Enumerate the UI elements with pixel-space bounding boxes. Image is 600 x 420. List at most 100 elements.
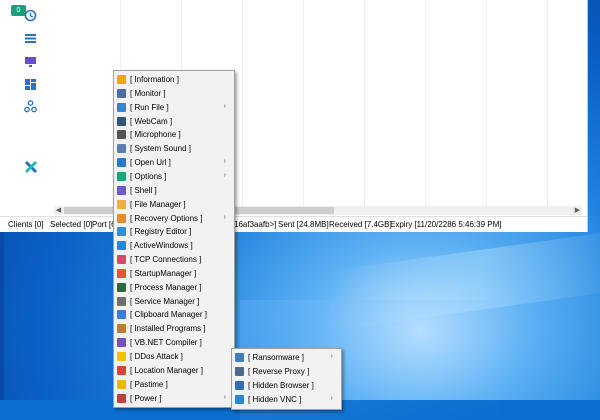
- context-menu-item-label: [ Options ]: [130, 171, 167, 181]
- context-menu: [ Information ][ Monitor ][ Run File ] ›[…: [113, 70, 235, 408]
- options-icon: [117, 171, 126, 181]
- scroll-left-icon[interactable]: ◀: [54, 206, 63, 215]
- context-menu-item[interactable]: [ Registry Editor ]: [114, 225, 234, 239]
- browser-icon: [235, 380, 244, 390]
- context-menu-item-label: [ Process Manager ]: [130, 282, 202, 292]
- context-menu-item-label: [ Run File ]: [130, 102, 169, 112]
- submenu-arrow-icon: ›: [223, 393, 226, 401]
- context-menu-item[interactable]: [ Options ] ›: [114, 170, 234, 184]
- status-received: Received [7.4GB]: [329, 220, 392, 229]
- location-icon: [117, 365, 126, 375]
- status-clients: Clients [0]: [8, 220, 44, 229]
- submenu-arrow-icon: ›: [223, 158, 226, 166]
- context-menu-item-label: [ System Sound ]: [130, 144, 191, 154]
- context-menu-item[interactable]: [ Clipboard Manager ]: [114, 308, 234, 322]
- submenu-arrow-icon: ›: [223, 171, 226, 179]
- context-menu-item-label: [ ActiveWindows ]: [130, 241, 193, 251]
- x-logo-icon[interactable]: [24, 160, 38, 174]
- context-menu-item-label: [ Location Manager ]: [130, 365, 203, 375]
- status-expiry: Expiry [11/20/2286 5:46:39 PM]: [390, 220, 502, 229]
- context-menu-item[interactable]: [ Shell ]: [114, 184, 234, 198]
- run-file-icon: [117, 102, 126, 112]
- context-menu-item-label: [ Monitor ]: [130, 88, 166, 98]
- gears-icon: [117, 296, 126, 306]
- scroll-right-icon[interactable]: ▶: [573, 206, 582, 215]
- folder-icon: [117, 199, 126, 209]
- vnc-icon: [235, 394, 244, 404]
- context-menu-item[interactable]: [ Run File ] ›: [114, 101, 234, 115]
- status-selected: Selected [0]: [50, 220, 93, 229]
- context-menu-item[interactable]: [ Power ] ›: [114, 392, 234, 406]
- context-menu-item[interactable]: [ VB.NET Compiler ]: [114, 336, 234, 350]
- startup-icon: [117, 268, 126, 278]
- vb-icon: [117, 338, 126, 348]
- context-menu-item[interactable]: [ WebCam ]: [114, 115, 234, 129]
- monitor-icon[interactable]: [24, 55, 37, 68]
- context-menu-item-label: [ Clipboard Manager ]: [130, 310, 207, 320]
- lightning-icon: [117, 352, 126, 361]
- submenu-item[interactable]: [ Hidden Browser ]: [232, 379, 341, 393]
- status-bar: Clients [0] Selected [0] Port [6 16af3aa…: [0, 216, 587, 232]
- context-menu-item[interactable]: [ Recovery Options ] ›: [114, 212, 234, 226]
- context-menu-item-label: [ Open Url ]: [130, 158, 171, 168]
- context-menu-item[interactable]: [ Service Manager ]: [114, 295, 234, 309]
- speaker-icon: [117, 144, 126, 154]
- submenu-item-label: [ Hidden Browser ]: [248, 380, 314, 390]
- clipboard-icon: [117, 310, 126, 320]
- list-icon[interactable]: [24, 32, 37, 45]
- context-menu-item[interactable]: [ Monitor ]: [114, 87, 234, 101]
- context-menu-item-label: [ File Manager ]: [130, 199, 186, 209]
- context-menu-item[interactable]: [ System Sound ]: [114, 142, 234, 156]
- context-menu-item-label: [ Registry Editor ]: [130, 227, 192, 237]
- context-menu-item[interactable]: [ ActiveWindows ]: [114, 239, 234, 253]
- context-menu-item[interactable]: [ Pastime ]: [114, 378, 234, 392]
- context-menu-item[interactable]: [ File Manager ]: [114, 198, 234, 212]
- code-icon: [117, 185, 126, 195]
- submenu-item-label: [ Hidden VNC ]: [248, 394, 302, 404]
- process-icon: [117, 282, 126, 292]
- ransomware-icon: [235, 353, 244, 362]
- submenu-arrow-icon: ›: [330, 353, 333, 360]
- submenu-arrow-icon: ›: [223, 102, 226, 110]
- context-menu-item-label: [ WebCam ]: [130, 116, 173, 126]
- context-menu-item-label: [ Microphone ]: [130, 130, 181, 140]
- sidebar: 0: [0, 0, 60, 216]
- proxy-icon: [235, 366, 244, 376]
- submenu-item[interactable]: [ Reverse Proxy ]: [232, 365, 341, 379]
- status-sent: Sent [24.8MB]: [278, 220, 329, 229]
- status-key: 16af3aafb>]: [234, 220, 277, 229]
- submenu-item-label: [ Reverse Proxy ]: [248, 366, 310, 376]
- context-menu-item-label: [ Information ]: [130, 75, 179, 84]
- context-menu-item-label: [ Shell ]: [130, 185, 157, 195]
- submenu-item[interactable]: [ Ransomware ] ›: [232, 351, 341, 365]
- context-menu-item-label: [ TCP Connections ]: [130, 255, 202, 265]
- context-menu-item[interactable]: [ DDos Attack ]: [114, 350, 234, 364]
- context-menu-item[interactable]: [ Installed Programs ]: [114, 322, 234, 336]
- crown-icon: [117, 379, 126, 389]
- context-menu-item-label: [ Installed Programs ]: [130, 324, 206, 334]
- context-menu-item-label: [ StartupManager ]: [130, 268, 197, 278]
- history-icon[interactable]: [24, 9, 37, 22]
- webcam-icon: [117, 116, 126, 126]
- context-menu-item[interactable]: [ Open Url ] ›: [114, 156, 234, 170]
- dashboard-icon[interactable]: [24, 78, 37, 91]
- share-icon[interactable]: [24, 100, 37, 113]
- context-menu-item[interactable]: [ Microphone ]: [114, 128, 234, 142]
- context-menu-item[interactable]: [ Information ]: [114, 73, 234, 87]
- context-menu-item[interactable]: [ Process Manager ]: [114, 281, 234, 295]
- network-icon: [117, 255, 126, 265]
- package-icon: [117, 324, 126, 334]
- context-menu-item[interactable]: [ TCP Connections ]: [114, 253, 234, 267]
- submenu-arrow-icon: ›: [223, 213, 226, 221]
- main-window: 0 ◀ ▶ Clients [0] Selected [0] Port [6 1…: [0, 0, 588, 232]
- context-menu-item-label: [ Pastime ]: [130, 379, 168, 389]
- submenu-item-label: [ Ransomware ]: [248, 353, 305, 362]
- wrench-icon: [117, 213, 126, 223]
- submenu-arrow-icon: ›: [330, 394, 333, 402]
- context-menu-item-label: [ DDos Attack ]: [130, 352, 183, 361]
- context-menu-item-label: [ Power ]: [130, 393, 162, 403]
- monitor-icon: [117, 88, 126, 98]
- context-menu-item[interactable]: [ StartupManager ]: [114, 267, 234, 281]
- context-menu-item-label: [ Recovery Options ]: [130, 213, 203, 223]
- context-menu-item[interactable]: [ Location Manager ]: [114, 364, 234, 378]
